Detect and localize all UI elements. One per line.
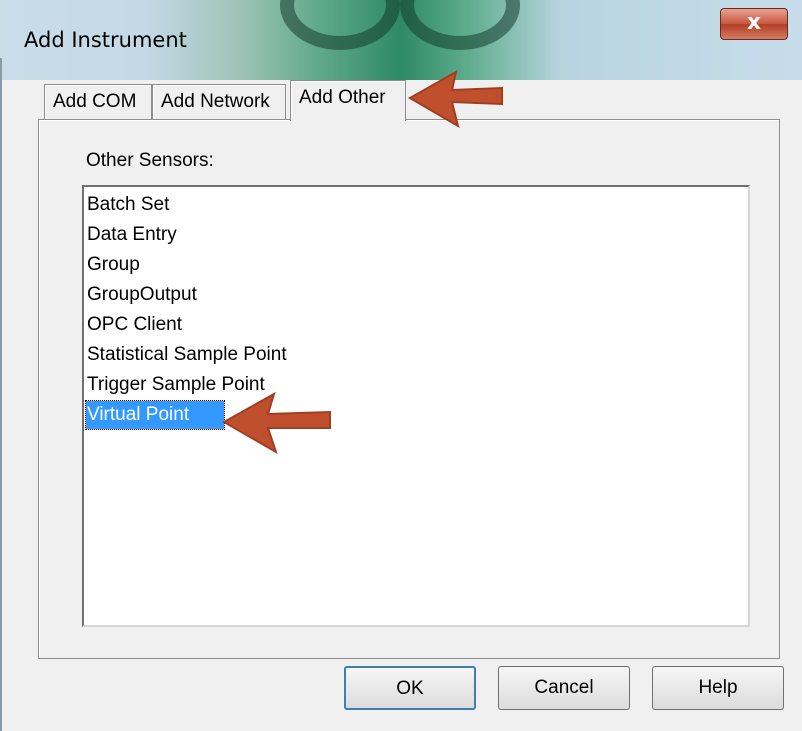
list-item-virtual-point[interactable]: Virtual Point xyxy=(85,400,225,430)
window-title: Add Instrument xyxy=(24,28,187,52)
close-icon: x xyxy=(746,10,762,35)
close-button[interactable]: x xyxy=(720,8,788,40)
list-item-opc-client[interactable]: OPC Client xyxy=(86,311,183,339)
tab-add-com[interactable]: Add COM xyxy=(44,84,152,120)
list-item-statistical-sample-point[interactable]: Statistical Sample Point xyxy=(86,341,288,369)
list-item-data-entry[interactable]: Data Entry xyxy=(86,221,178,249)
help-button[interactable]: Help xyxy=(652,666,784,710)
list-item-group[interactable]: Group xyxy=(86,251,141,279)
other-sensors-label: Other Sensors: xyxy=(86,150,214,171)
arrow-left-icon xyxy=(407,70,503,129)
arrow-left-icon xyxy=(221,391,331,455)
tab-add-network[interactable]: Add Network xyxy=(152,84,286,120)
title-bar-decoration xyxy=(280,0,400,50)
sensor-listbox[interactable]: Batch Set Data Entry Group GroupOutput O… xyxy=(82,185,750,627)
title-bar-decoration xyxy=(400,0,520,50)
tab-add-other[interactable]: Add Other xyxy=(290,80,406,121)
list-item-batch-set[interactable]: Batch Set xyxy=(86,191,170,219)
cancel-button[interactable]: Cancel xyxy=(498,666,630,710)
ok-button[interactable]: OK xyxy=(344,666,476,710)
list-item-groupoutput[interactable]: GroupOutput xyxy=(86,281,198,309)
